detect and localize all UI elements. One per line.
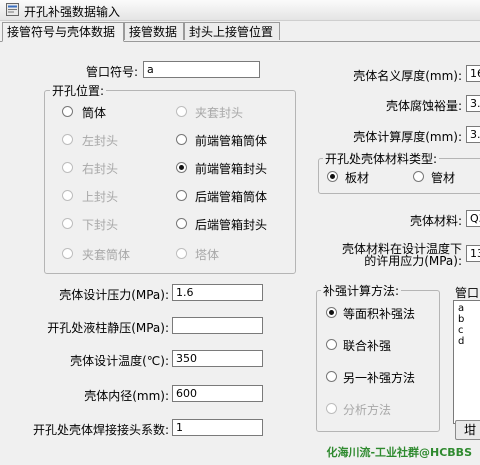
static-pressure-input[interactable] <box>172 317 263 334</box>
window-title: 开孔补强数据输入 <box>24 5 121 19</box>
radio-cylinder[interactable] <box>62 106 73 117</box>
radio-other-method[interactable] <box>326 371 337 382</box>
radio-pipe-label: 管材 <box>431 171 456 185</box>
radio-jacket-head[interactable] <box>176 106 187 117</box>
design-temperature-input[interactable]: 350 <box>172 350 263 367</box>
nozzle-listbox[interactable]: a b c d <box>453 300 480 424</box>
nominal-thickness-label: 壳体名义厚度(mm): <box>353 69 462 83</box>
radio-jacket-head-label: 夹套封头 <box>195 106 244 120</box>
calc-thickness-input[interactable]: 3. <box>466 126 480 143</box>
inner-diameter-input[interactable]: 600 <box>172 385 263 402</box>
design-pressure-input[interactable]: 1.6 <box>172 284 263 301</box>
radio-rear-channel-head-label: 后端管箱封头 <box>195 218 268 232</box>
radio-equal-area-label: 等面积补强法 <box>343 307 416 321</box>
list-item[interactable]: b <box>458 314 478 325</box>
radio-rear-channel-cylinder[interactable] <box>176 190 187 201</box>
allowable-stress-input[interactable]: 13 <box>466 245 480 262</box>
corrosion-allowance-label: 壳体腐蚀裕量: <box>385 99 462 113</box>
app-icon <box>6 3 19 16</box>
weld-joint-factor-input[interactable]: 1 <box>172 419 263 436</box>
inner-diameter-label: 壳体内径(mm): <box>84 389 169 403</box>
radio-front-channel-cylinder-label: 前端管箱筒体 <box>195 134 268 148</box>
radio-bottom-head[interactable] <box>62 218 73 229</box>
allowable-stress-label: 壳体材料在设计温度下 的许用应力(MPa): <box>300 243 462 267</box>
tab-nozzle-data[interactable]: 接管数据 <box>124 22 184 40</box>
corrosion-allowance-input[interactable]: 3. <box>466 95 480 112</box>
list-item[interactable]: d <box>458 336 478 347</box>
radio-right-head[interactable] <box>62 162 73 173</box>
radio-front-channel-head[interactable] <box>176 162 187 173</box>
radio-plate[interactable] <box>327 171 338 182</box>
tab-strip: 接管符号与壳体数据 接管数据 封头上接管位置 <box>0 22 480 42</box>
reinforcement-title: 补强计算方法: <box>321 282 402 299</box>
material-type-title: 开孔处壳体材料类型: <box>323 150 440 167</box>
nozzle-list-title: 管口 <box>455 286 480 300</box>
radio-right-head-label: 右封头 <box>82 162 119 176</box>
radio-combined[interactable] <box>326 339 337 350</box>
shell-material-label: 壳体材料: <box>409 214 462 228</box>
static-pressure-label: 开孔处液柱静压(MPa): <box>47 321 169 335</box>
tab-nozzle-symbol-shell[interactable]: 接管符号与壳体数据 <box>2 22 124 42</box>
bottom-right-button-label: 坩 <box>463 423 476 437</box>
open-position-title: 开孔位置: <box>50 82 107 99</box>
tab-label: 接管数据 <box>129 25 178 39</box>
calc-thickness-label: 壳体计算厚度(mm): <box>353 130 462 144</box>
radio-front-channel-head-label: 前端管箱封头 <box>195 162 268 176</box>
radio-top-head[interactable] <box>62 190 73 201</box>
radio-tower[interactable] <box>176 248 187 259</box>
radio-rear-channel-cylinder-label: 后端管箱筒体 <box>195 190 268 204</box>
tab-head-nozzle-position[interactable]: 封头上接管位置 <box>184 22 280 40</box>
radio-rear-channel-head[interactable] <box>176 218 187 229</box>
list-item[interactable]: c <box>458 325 478 336</box>
nozzle-symbol-label: 管口符号: <box>85 65 138 79</box>
tab-label: 封头上接管位置 <box>189 25 274 39</box>
radio-analysis[interactable] <box>326 403 337 414</box>
window-titlebar: 开孔补强数据输入 <box>0 0 480 21</box>
list-item[interactable]: a <box>458 303 478 314</box>
radio-combined-label: 联合补强 <box>343 339 392 353</box>
nozzle-symbol-input[interactable]: a <box>143 61 260 78</box>
radio-plate-label: 板材 <box>345 171 370 185</box>
allowable-stress-label-line2: 的许用应力(MPa): <box>364 254 462 268</box>
radio-pipe[interactable] <box>413 171 424 182</box>
radio-cylinder-label: 筒体 <box>82 106 107 120</box>
radio-jacket-cylinder-label: 夹套筒体 <box>82 248 131 262</box>
design-temperature-label: 壳体设计温度(℃): <box>70 354 169 368</box>
radio-left-head-label: 左封头 <box>82 134 119 148</box>
radio-tower-label: 塔体 <box>195 248 220 262</box>
shell-material-input[interactable]: Q3 <box>466 210 480 227</box>
bottom-right-button[interactable]: 坩 <box>455 420 480 440</box>
radio-front-channel-cylinder[interactable] <box>176 134 187 145</box>
radio-equal-area[interactable] <box>326 307 337 318</box>
radio-analysis-label: 分析方法 <box>343 403 392 417</box>
radio-bottom-head-label: 下封头 <box>82 218 119 232</box>
watermark: 化海川流-工业社群@HCBBS <box>326 446 472 459</box>
weld-joint-factor-label: 开孔处壳体焊接接头系数: <box>32 423 169 437</box>
radio-left-head[interactable] <box>62 134 73 145</box>
tab-label: 接管符号与壳体数据 <box>7 25 116 39</box>
radio-jacket-cylinder[interactable] <box>62 248 73 259</box>
design-pressure-label: 壳体设计压力(MPa): <box>59 288 169 302</box>
radio-top-head-label: 上封头 <box>82 190 119 204</box>
radio-other-method-label: 另一补强方法 <box>343 371 416 385</box>
nominal-thickness-input[interactable]: 16 <box>466 65 480 82</box>
